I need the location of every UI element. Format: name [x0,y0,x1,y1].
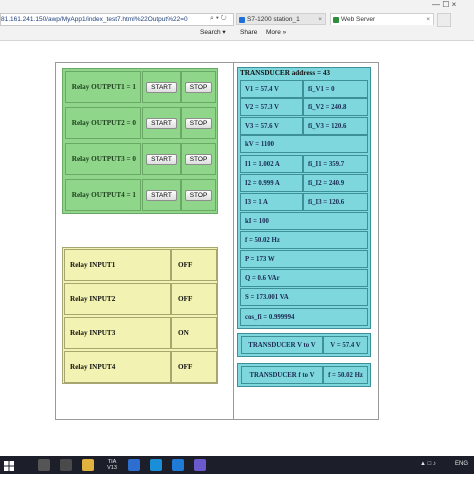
measure-cell: f = 50.02 Hz [240,231,368,249]
stop-cell: STOP [181,179,216,211]
input-value: OFF [171,249,217,281]
table-row: Relay INPUT2 OFF [63,282,217,316]
table-row: Relay OUTPUT1 = 1 START STOP [63,69,217,105]
table-row: Relay OUTPUT4 = 1 START STOP [63,177,217,213]
start-button[interactable]: START [146,117,177,129]
input-label: Relay INPUT2 [64,283,171,315]
share-button[interactable]: Share [240,27,257,39]
more-button[interactable]: More » [266,27,286,39]
app-icon[interactable] [128,459,140,471]
relay-inputs-table: Relay INPUT1 OFF Relay INPUT2 OFF Relay … [62,247,218,384]
output-label: Relay OUTPUT1 = 1 [65,71,141,103]
browser-chrome: — ☐ × 81.161.241.150/awp/MyApp1/index_te… [0,0,474,41]
window-controls[interactable]: — ☐ × [432,0,456,9]
input-value: ON [171,317,217,349]
start-button[interactable]: START [146,153,177,165]
stop-button[interactable]: STOP [184,81,213,93]
stop-cell: STOP [181,71,216,103]
output-label: Relay OUTPUT2 = 0 [65,107,141,139]
measure-cell: S = 173.001 VA [240,288,368,306]
measure-cell: fi_I2 = 240.9 [303,174,368,192]
relay-outputs-table: Relay OUTPUT1 = 1 START STOP Relay OUTPU… [62,68,218,214]
search-button[interactable]: Search ▾ [200,27,226,39]
input-label: Relay INPUT1 [64,249,171,281]
measure-cell: I1 = 1.002 A [240,155,303,173]
taskbar: TIA V13 ▲ □ ♪ ENG [0,456,474,474]
stop-button[interactable]: STOP [184,189,213,201]
table-row: Relay INPUT3 ON [63,316,217,350]
v-to-v-value: V = 57.4 V [323,336,368,354]
store-icon[interactable] [60,459,72,471]
start-cell: START [142,143,181,175]
measure-cell: V1 = 57.4 V [240,80,303,98]
transducer-f-to-v: TRANSDUCER f to V f = 50.02 Hz [237,363,371,387]
tab-web-server[interactable]: Web Server × [330,13,434,25]
tab-s7-1200-station[interactable]: S7-1200 station_1 × [236,13,326,25]
input-value: OFF [171,283,217,315]
internet-explorer-icon[interactable] [150,459,162,471]
column-divider [233,62,234,419]
edge-icon[interactable] [172,459,184,471]
app-icon[interactable] [194,459,206,471]
table-row: Relay INPUT4 OFF [63,350,217,384]
table-row: Relay OUTPUT2 = 0 START STOP [63,105,217,141]
page-icon [239,17,245,23]
command-bar: Search ▾ Share More » [0,27,474,39]
measure-cell: V2 = 57.3 V [240,98,303,116]
v-to-v-label: TRANSDUCER V to V [241,336,323,354]
page-icon [333,17,339,23]
input-label: Relay INPUT3 [64,317,171,349]
task-view-icon[interactable] [38,459,50,471]
stop-button[interactable]: STOP [184,153,213,165]
measure-cell: fi_V2 = 240.8 [303,98,368,116]
input-label: Relay INPUT4 [64,351,171,383]
stop-cell: STOP [181,143,216,175]
tray-icons[interactable]: ▲ □ ♪ [420,461,436,467]
measure-cell: V3 = 57.6 V [240,117,303,135]
f-to-v-value: f = 50.02 Hz [323,366,368,384]
tia-portal-icon[interactable]: TIA V13 [104,459,120,471]
table-row: Relay OUTPUT3 = 0 START STOP [63,141,217,177]
start-button[interactable]: START [146,189,177,201]
input-value: OFF [171,351,217,383]
close-icon[interactable]: × [318,14,322,24]
tab-label: Web Server [341,16,376,23]
measure-cell: fi_I3 = 120.6 [303,193,368,211]
start-cell: START [142,71,181,103]
output-label: Relay OUTPUT3 = 0 [65,143,141,175]
tab-label: S7-1200 station_1 [247,16,300,23]
measure-cell: I2 = 0.999 A [240,174,303,192]
measure-cell: P = 173 W [240,250,368,268]
close-icon[interactable]: × [426,14,430,25]
measure-cell: kI = 100 [240,212,368,230]
table-row: Relay INPUT1 OFF [63,248,217,282]
transducer-v-to-v: TRANSDUCER V to V V = 57.4 V [237,333,371,357]
f-to-v-label: TRANSDUCER f to V [241,366,323,384]
windows-start-icon[interactable] [3,459,15,471]
new-tab-button[interactable] [437,13,451,27]
output-label: Relay OUTPUT4 = 1 [65,179,141,211]
measure-cell: cos_fi = 0.999994 [240,308,368,326]
language-indicator[interactable]: ENG [455,461,468,467]
start-cell: START [142,107,181,139]
stop-cell: STOP [181,107,216,139]
stop-button[interactable]: STOP [184,117,213,129]
start-cell: START [142,179,181,211]
measure-cell: fi_V3 = 120.6 [303,117,368,135]
measure-cell: I3 = 1 A [240,193,303,211]
start-button[interactable]: START [146,81,177,93]
measure-cell: fi_V1 = 0 [303,80,368,98]
measure-cell: Q = 0.6 VAr [240,269,368,287]
measure-cell: fi_I1 = 359.7 [303,155,368,173]
transducer-title: TRANSDUCER address = 43 [240,69,331,77]
measure-cell: kV = 1100 [240,135,368,153]
file-explorer-icon[interactable] [82,459,94,471]
address-bar[interactable]: 81.161.241.150/awp/MyApp1/index_test7.ht… [0,13,234,26]
address-controls[interactable]: ⌕ ▾ ↻ [210,13,227,24]
